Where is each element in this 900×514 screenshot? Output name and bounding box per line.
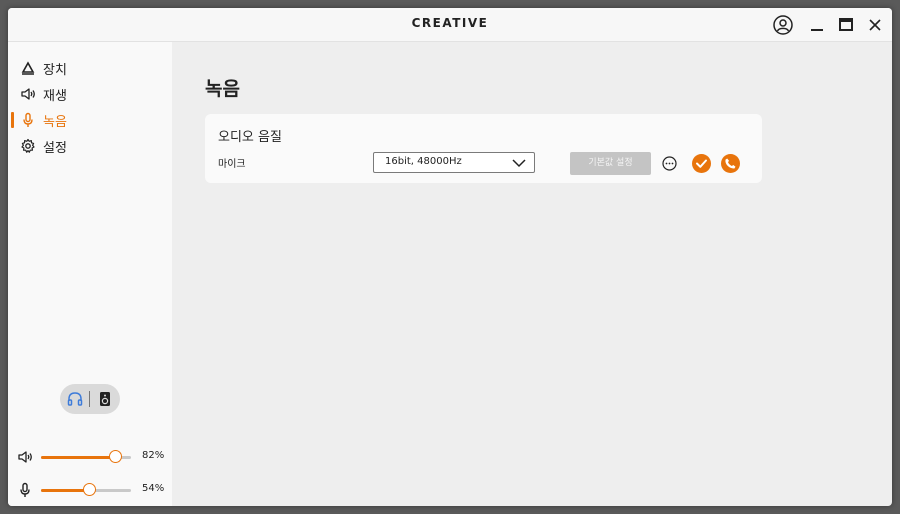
minimize-button[interactable] [805,13,829,37]
microphone-icon [20,482,30,497]
slider-thumb[interactable] [83,483,96,496]
app-window: CREATIVE 장치 재생 녹음 설정 82% 54% 녹음 오디오 음질 마… [8,8,892,506]
user-icon [773,15,793,35]
playback-volume-value: 82% [142,450,165,461]
speaker-icon [21,88,35,100]
account-button[interactable] [771,13,795,37]
main-content: 녹음 오디오 음질 마이크 16bit, 48000Hz 기본값 설정 [172,42,892,506]
slider-thumb[interactable] [109,450,122,463]
speaker-icon [18,451,32,463]
set-default-button[interactable]: 기본값 설정 [570,152,651,175]
speaker-option[interactable] [96,390,114,408]
sidebar-item-device[interactable]: 장치 [8,57,172,79]
audio-quality-card: 오디오 음질 마이크 16bit, 48000Hz 기본값 설정 [205,114,762,183]
format-select-value: 16bit, 48000Hz [385,156,462,167]
speaker-box-icon [100,392,110,406]
page-title: 녹음 [205,78,240,100]
recording-volume-slider[interactable] [41,483,131,496]
playback-volume-row: 82% [8,447,172,467]
default-device-button[interactable] [692,154,711,173]
microphone-label: 마이크 [218,159,246,170]
slider-fill [41,456,115,459]
device-icon [21,61,35,75]
toggle-divider [89,391,90,407]
gear-icon [21,138,35,153]
close-button[interactable] [863,13,887,37]
communication-device-button[interactable] [721,154,740,173]
sidebar-item-label: 설정 [43,141,67,156]
microphone-icon [23,112,33,127]
sidebar: 장치 재생 녹음 설정 82% 54% [8,42,172,506]
maximize-icon [839,18,853,31]
recording-volume-row: 54% [8,480,172,500]
playback-volume-slider[interactable] [41,450,131,463]
active-indicator [11,112,14,128]
brand-logo: CREATIVE [411,16,489,30]
recording-volume-value: 54% [142,483,165,494]
maximize-button[interactable] [834,13,858,37]
sidebar-item-settings[interactable]: 설정 [8,135,172,157]
headphones-option[interactable] [66,390,84,408]
card-title: 오디오 음질 [218,130,282,145]
output-device-toggle [60,384,120,414]
close-icon [869,19,881,31]
sidebar-item-playback[interactable]: 재생 [8,83,172,105]
minimize-icon [811,29,823,31]
title-bar: CREATIVE [8,8,892,42]
sidebar-item-label: 장치 [43,63,67,78]
phone-icon [725,158,736,169]
chevron-down-icon [512,159,526,168]
more-icon [662,156,677,171]
sidebar-item-label: 재생 [43,89,67,104]
format-select[interactable]: 16bit, 48000Hz [373,152,535,173]
sidebar-item-recording[interactable]: 녹음 [8,109,172,131]
sidebar-item-label: 녹음 [43,115,67,130]
checkmark-icon [696,159,707,168]
more-options-button[interactable] [662,156,677,171]
headphones-icon [67,392,83,406]
